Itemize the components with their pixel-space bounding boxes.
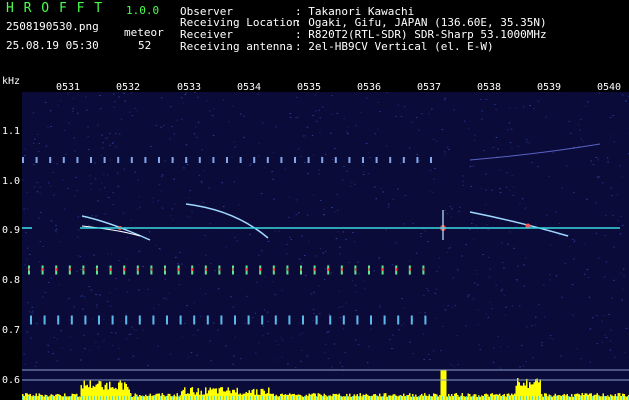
time-tick-0534: 0534 bbox=[237, 82, 261, 93]
time-tick-0539: 0539 bbox=[537, 82, 561, 93]
freq-tick-1.1: 1.1 bbox=[2, 126, 20, 137]
time-tick-0533: 0533 bbox=[177, 82, 201, 93]
field-value-antenna: : 2el-HB9CV Vertical (el. E-W) bbox=[295, 40, 494, 53]
field-label-antenna: Receiving antenna bbox=[180, 40, 293, 53]
time-tick-0535: 0535 bbox=[297, 82, 321, 93]
freq-tick-0.8: 0.8 bbox=[2, 275, 20, 286]
time-tick-0532: 0532 bbox=[116, 82, 140, 93]
app-name: H R O F F T bbox=[6, 1, 104, 16]
time-tick-0536: 0536 bbox=[357, 82, 381, 93]
time-tick-0538: 0538 bbox=[477, 82, 501, 93]
datetime: 25.08.19 05:30 bbox=[6, 39, 99, 52]
freq-tick-1.0: 1.0 bbox=[2, 176, 20, 187]
y-axis-unit: kHz bbox=[2, 76, 20, 87]
time-tick-0531: 0531 bbox=[56, 82, 80, 93]
meteor-count: 52 bbox=[138, 39, 152, 52]
freq-tick-0.6: 0.6 bbox=[2, 375, 20, 386]
mode-label: meteor bbox=[124, 26, 164, 39]
time-tick-0537: 0537 bbox=[417, 82, 441, 93]
freq-tick-0.9: 0.9 bbox=[2, 225, 20, 236]
app-version: 1.0.0 bbox=[126, 4, 160, 17]
time-tick-0540: 0540 bbox=[597, 82, 621, 93]
spectrogram: kHz 0531 0532 0533 0534 0535 0536 0537 0… bbox=[0, 70, 629, 400]
filename: 2508190530.png bbox=[6, 20, 99, 33]
waterfall-background bbox=[22, 92, 629, 400]
freq-tick-0.7: 0.7 bbox=[2, 325, 20, 336]
header-panel: H R O F F T 1.0.0 2508190530.png meteor … bbox=[0, 0, 629, 70]
